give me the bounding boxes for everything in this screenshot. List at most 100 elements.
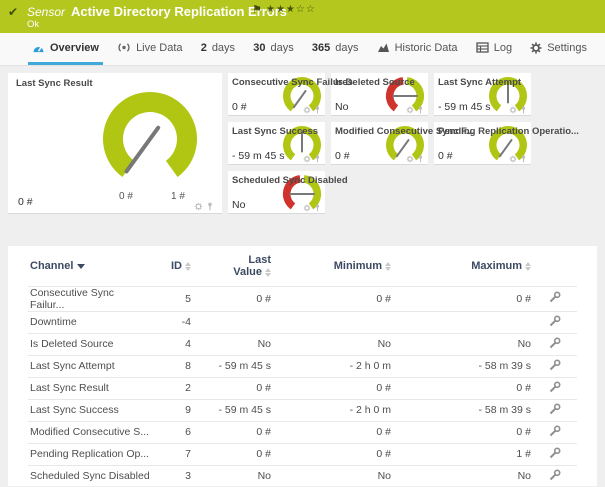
column-header-id[interactable]: ID: [153, 246, 193, 286]
column-header-tools: [533, 246, 577, 286]
maximum-cell: 1 #: [393, 442, 533, 465]
minimum-cell: - 2 h 0 m: [273, 354, 393, 377]
gauge-value: 0 #: [438, 150, 453, 162]
channel-name-cell[interactable]: Last Sync Attempt: [28, 354, 153, 377]
channel-settings-icon[interactable]: [549, 291, 561, 306]
last-value-cell: 0 #: [193, 420, 273, 443]
channel-name-cell[interactable]: Last Sync Result: [28, 376, 153, 399]
tab-historic-data[interactable]: Historic Data: [373, 33, 462, 65]
gauge-needle: [124, 125, 161, 174]
channel-settings-icon[interactable]: [549, 380, 561, 396]
panel-icon-group: [509, 155, 527, 163]
gauge-value: - 59 m 45 s: [438, 101, 491, 113]
panel-pin-icon[interactable]: [206, 202, 214, 211]
sort-icon: [385, 261, 391, 271]
panel-gear-icon[interactable]: [194, 202, 203, 211]
gauge-value: 0 #: [335, 150, 350, 162]
channel-name-cell[interactable]: Downtime: [28, 310, 153, 333]
gauge-scale-max: 1 #: [171, 191, 185, 202]
panel-gear-icon[interactable]: [509, 155, 517, 163]
tab-log[interactable]: Log: [472, 33, 516, 65]
gauge-needle: [498, 139, 513, 158]
tab-days[interactable]: 30 days: [249, 33, 298, 65]
table-row: Pending Replication Op... 7 0 # 0 # 1 #: [28, 442, 577, 465]
channel-table-panel: Channel ID Last Value Minimum Maximum Co…: [8, 246, 597, 487]
table-row: Consecutive Sync Failur... 5 0 # 0 # 0 #: [28, 285, 577, 311]
priority-flag-icon[interactable]: ⚑: [252, 3, 262, 16]
channel-settings-icon[interactable]: [549, 336, 561, 352]
channel-name-cell[interactable]: Is Deleted Source: [28, 332, 153, 355]
channel-settings-icon[interactable]: [549, 314, 561, 330]
gauge-panel-last-sync-attempt[interactable]: Last Sync Attempt - 59 m 45 s: [434, 73, 531, 116]
panel-pin-icon[interactable]: [520, 106, 527, 114]
gauge-scale-min: 0 #: [119, 191, 133, 202]
maximum-cell: No: [393, 332, 533, 355]
gauge-value: No: [232, 199, 246, 211]
table-row: Last Sync Success 9 - 59 m 45 s - 2 h 0 …: [28, 398, 577, 421]
panel-pin-icon[interactable]: [417, 106, 424, 114]
column-header-maximum[interactable]: Maximum: [393, 246, 533, 286]
tab-settings[interactable]: Settings: [526, 33, 591, 65]
sort-icon: [265, 267, 271, 277]
last-value-cell: - 59 m 45 s: [193, 354, 273, 377]
channel-name-cell[interactable]: Last Sync Success: [28, 398, 153, 421]
channel-settings-icon[interactable]: [549, 446, 561, 462]
channel-table: Channel ID Last Value Minimum Maximum Co…: [28, 246, 577, 487]
panel-pin-icon[interactable]: [314, 106, 321, 114]
channel-name-cell[interactable]: Consecutive Sync Failur...: [28, 285, 153, 311]
channel-name-cell[interactable]: Modified Consecutive S...: [28, 420, 153, 443]
column-header-minimum[interactable]: Minimum: [273, 246, 393, 286]
channel-settings-icon[interactable]: [549, 424, 561, 440]
channel-settings-icon[interactable]: [549, 469, 561, 484]
gauge-panel-pending-replication-operatio[interactable]: Pending Replication Operatio... 0 #: [434, 122, 579, 165]
gauge-title: Scheduled Sync Disabled: [232, 175, 348, 186]
status-badge: Ok: [27, 19, 40, 30]
gauge-panel-consecutive-sync-failures[interactable]: Consecutive Sync Failures 0 #: [228, 73, 353, 116]
panel-gear-icon[interactable]: [303, 204, 311, 212]
tab-overview[interactable]: Overview: [28, 33, 103, 65]
panel-icon-group: [303, 204, 321, 212]
tab-days[interactable]: 365 days: [308, 33, 363, 65]
panel-gear-icon[interactable]: [406, 155, 414, 163]
gauge-panel-last-sync-success[interactable]: Last Sync Success - 59 m 45 s: [228, 122, 325, 165]
gear-icon: [530, 42, 542, 54]
gauge-panel-scheduled-sync-disabled[interactable]: Scheduled Sync Disabled No: [228, 171, 348, 214]
maximum-cell: 0 #: [393, 420, 533, 443]
panel-icon-group: [509, 106, 527, 114]
tab-label: Historic Data: [394, 41, 458, 54]
last-value-cell: 0 #: [193, 442, 273, 465]
panel-gear-icon[interactable]: [303, 155, 311, 163]
panel-pin-icon[interactable]: [314, 155, 321, 163]
channel-name-cell[interactable]: Pending Replication Op...: [28, 442, 153, 465]
channel-name-cell[interactable]: Scheduled Sync Disabled: [28, 464, 153, 487]
channel-settings-icon[interactable]: [549, 358, 561, 374]
maximum-cell: 0 #: [393, 376, 533, 399]
last-value-cell: No: [193, 464, 273, 487]
minimum-cell: 0 #: [273, 442, 393, 465]
panel-gear-icon[interactable]: [509, 106, 517, 114]
panel-gear-icon[interactable]: [303, 106, 311, 114]
tab-label: days: [211, 41, 236, 54]
panel-gear-icon[interactable]: [406, 106, 414, 114]
channel-settings-icon[interactable]: [549, 402, 561, 418]
column-header-channel[interactable]: Channel: [28, 246, 153, 286]
sort-icon: [185, 261, 191, 271]
minimum-cell: - 2 h 0 m: [273, 398, 393, 421]
gauge-value: 0 #: [232, 101, 247, 113]
priority-stars[interactable]: ★★★☆☆: [266, 4, 316, 15]
column-header-last-value[interactable]: Last Value: [193, 246, 273, 286]
panel-pin-icon[interactable]: [520, 155, 527, 163]
gauge-title: Last Sync Attempt: [438, 77, 522, 88]
maximum-cell: No: [393, 464, 533, 487]
tab-days[interactable]: 2 days: [197, 33, 239, 65]
main-gauge-panel[interactable]: Last Sync Result 0 # 1 # 0 #: [8, 73, 222, 214]
gauge-panel-modified-consecutive-sync-f[interactable]: Modified Consecutive Sync F... 0 #: [331, 122, 474, 165]
panel-pin-icon[interactable]: [314, 204, 321, 212]
panel-pin-icon[interactable]: [417, 155, 424, 163]
minimum-cell: No: [273, 464, 393, 487]
tab-label: Overview: [50, 41, 99, 54]
tab-live-data[interactable]: Live Data: [113, 33, 186, 65]
gauge-panel-is-deleted-source[interactable]: Is Deleted Source No: [331, 73, 428, 116]
gauge-title: Pending Replication Operatio...: [438, 126, 579, 137]
tab-label: days: [270, 41, 294, 54]
